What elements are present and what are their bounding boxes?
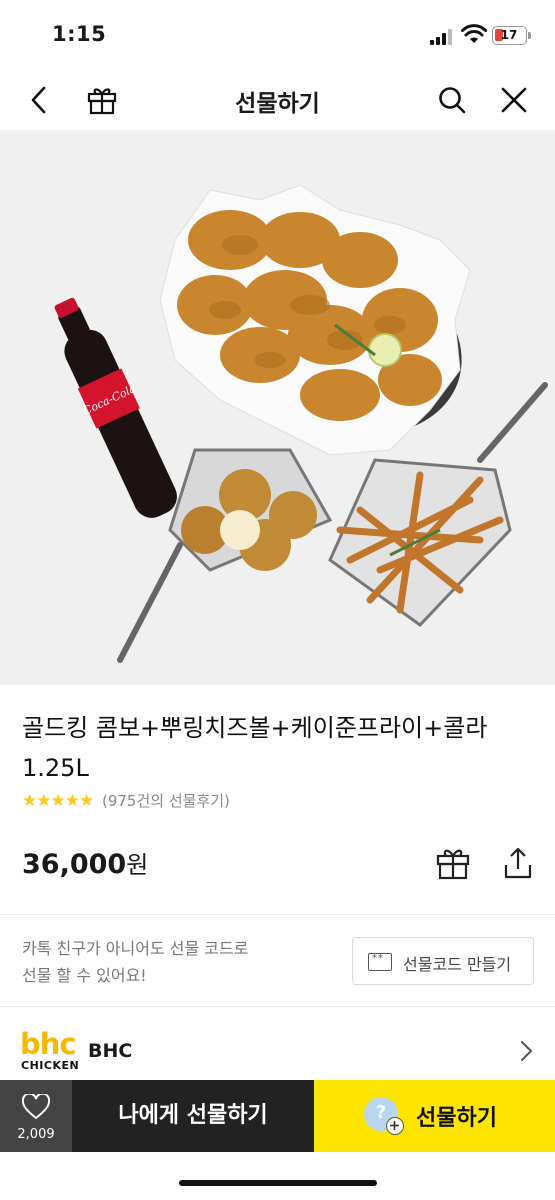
ticket-icon: ** bbox=[368, 953, 392, 971]
share-icon[interactable] bbox=[500, 845, 536, 881]
price-value: 36,000 bbox=[22, 849, 127, 880]
create-gift-code-label: 선물코드 만들기 bbox=[403, 955, 512, 974]
gift-box-icon[interactable] bbox=[435, 845, 471, 881]
search-icon[interactable] bbox=[436, 84, 468, 116]
chevron-right-icon bbox=[521, 1041, 532, 1061]
wifi-icon bbox=[461, 24, 487, 43]
page-title: 선물하기 bbox=[235, 91, 320, 117]
gift-code-info-line1: 카톡 친구가 아니어도 선물 코드로 bbox=[22, 939, 249, 958]
gift-to-self-button[interactable]: 나에게 선물하기 bbox=[72, 1080, 314, 1152]
battery-level: 17 bbox=[500, 28, 518, 42]
rating-row[interactable]: ★★★★★ (975건의 선물후기) bbox=[22, 790, 230, 812]
bottom-action-bar: 2,009 나에게 선물하기 ? 선물하기 bbox=[0, 1080, 555, 1152]
close-icon[interactable] bbox=[498, 84, 530, 116]
gift-code-info-line2: 선물 할 수 있어요! bbox=[22, 966, 147, 985]
price-unit: 원 bbox=[126, 851, 149, 879]
top-nav: 선물하기 bbox=[0, 70, 555, 130]
battery-icon: 17 bbox=[492, 26, 527, 45]
plus-icon bbox=[386, 1117, 404, 1135]
brand-row[interactable]: bhc CHICKEN BHC bbox=[0, 1007, 555, 1081]
review-count: (975건의 선물후기) bbox=[101, 792, 230, 810]
status-time: 1:15 bbox=[52, 22, 107, 46]
star-rating: ★★★★★ bbox=[22, 791, 94, 811]
divider bbox=[0, 914, 555, 915]
product-image: Coca-Cola bbox=[0, 130, 555, 685]
friend-avatar-icon: ? bbox=[364, 1097, 404, 1135]
heart-icon bbox=[22, 1094, 50, 1120]
create-gift-code-button[interactable]: ** 선물코드 만들기 bbox=[352, 937, 534, 985]
brand-logo: bhc CHICKEN bbox=[20, 1027, 80, 1072]
home-area bbox=[0, 1152, 555, 1200]
like-count: 2,009 bbox=[17, 1127, 55, 1142]
price: 36,000원 bbox=[22, 845, 148, 880]
signal-icon bbox=[430, 29, 456, 45]
gift-code-info: 카톡 친구가 아니어도 선물 코드로 선물 할 수 있어요! bbox=[22, 935, 248, 989]
send-gift-button[interactable]: ? 선물하기 bbox=[314, 1080, 555, 1152]
brand-name: BHC bbox=[88, 1040, 133, 1062]
home-indicator bbox=[179, 1180, 377, 1186]
status-bar: 1:15 17 bbox=[0, 0, 555, 70]
like-button[interactable]: 2,009 bbox=[0, 1080, 72, 1152]
send-gift-label: 선물하기 bbox=[416, 1106, 497, 1131]
product-title: 골드킹 콤보+뿌링치즈볼+케이준프라이+콜라 1.25L bbox=[22, 714, 488, 782]
